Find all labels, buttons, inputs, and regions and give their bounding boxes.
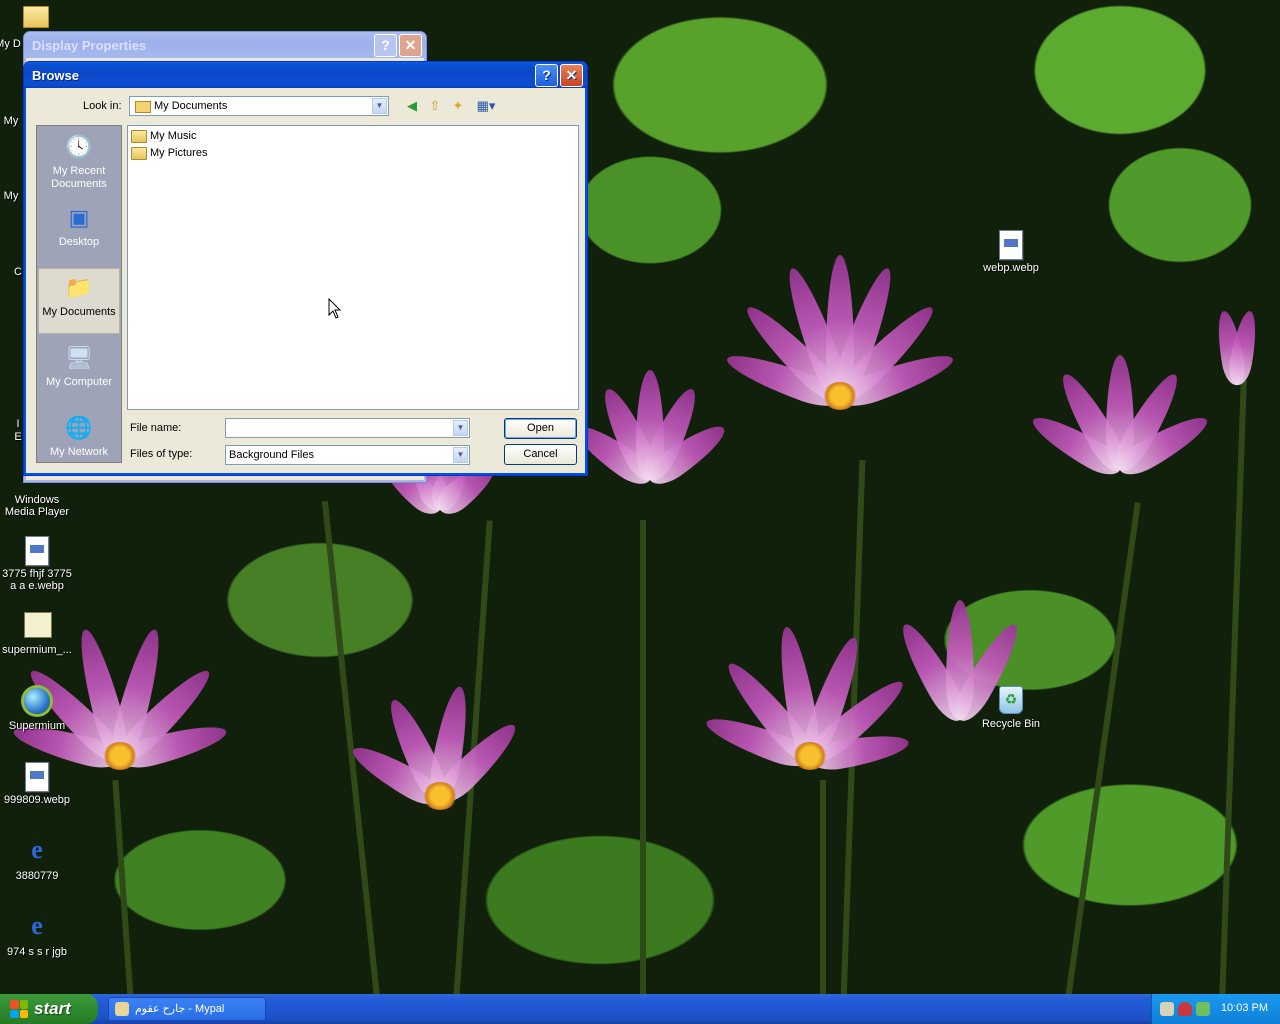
system-tray: 10:03 PM — [1151, 994, 1280, 1024]
folder-icon — [131, 129, 147, 143]
supermium-browser-icon — [24, 688, 50, 714]
desktop-icon-label: supermium_... — [2, 644, 72, 656]
internet-explorer-icon: e — [31, 835, 43, 864]
my-documents-icon: 📁 — [65, 275, 93, 300]
desktop-icon-3880779[interactable]: e 3880779 — [0, 835, 75, 883]
desktop-icon-recycle-bin[interactable]: ♻ Recycle Bin — [973, 686, 1049, 730]
sync-tray-icon[interactable] — [1196, 1002, 1210, 1016]
folder-icon — [135, 101, 151, 113]
place-label: My Recent Documents — [51, 165, 107, 190]
installer-icon — [24, 612, 52, 638]
recycle-bin-icon: ♻ — [999, 686, 1023, 714]
look-in-label: Look in: — [83, 100, 122, 112]
list-item-label: My Pictures — [150, 147, 208, 159]
webp-file-icon — [25, 536, 49, 566]
task-label: جارح عقوم - Mypal — [135, 1003, 225, 1015]
webp-file-icon — [25, 762, 49, 792]
new-folder-icon[interactable]: ✦ — [450, 98, 466, 114]
window-title: Browse — [32, 67, 79, 83]
up-folder-icon[interactable]: ⇧ — [427, 98, 443, 114]
files-of-type-label: Files of type: — [130, 448, 193, 460]
desktop-icon-supermium[interactable]: Supermium — [0, 688, 75, 732]
desktop-icon-windows-media-player[interactable]: Windows Media Player — [0, 494, 75, 518]
file-list[interactable]: My Music My Pictures — [127, 125, 579, 410]
taskbar-button-mypal[interactable]: جارح عقوم - Mypal — [108, 997, 266, 1021]
place-label: My Network — [49, 446, 109, 458]
desktop-icon-label: Windows Media Player — [4, 494, 70, 518]
list-item[interactable]: My Pictures — [131, 145, 207, 161]
internet-explorer-icon: e — [31, 911, 43, 940]
windows-logo-icon — [10, 1000, 28, 1018]
desktop-icon: ▣ — [68, 205, 90, 230]
view-menu-icon[interactable]: ▦▾ — [474, 98, 498, 114]
cancel-button[interactable]: Cancel — [504, 444, 577, 465]
list-item-label: My Music — [150, 130, 197, 142]
chevron-down-icon[interactable]: ▼ — [453, 420, 468, 436]
place-label: My Computer — [45, 376, 113, 388]
open-button[interactable]: Open — [504, 418, 577, 439]
place-my-documents[interactable]: 📁 My Documents — [38, 268, 120, 334]
network-tray-icon[interactable] — [1160, 1002, 1174, 1016]
list-item[interactable]: My Music — [131, 128, 196, 144]
file-name-label: File name: — [130, 422, 182, 434]
files-of-type-dropdown[interactable]: Background Files ▼ — [225, 445, 470, 465]
webp-file-icon — [999, 230, 1023, 260]
desktop-icon-label: 974 s s r jgb — [7, 946, 67, 958]
file-name-input[interactable]: ▼ — [225, 418, 470, 438]
back-arrow-icon[interactable]: ◀ — [404, 98, 420, 114]
desktop-icon-label: Supermium — [8, 720, 66, 732]
taskbar: start جارح عقوم - Mypal 10:03 PM — [0, 994, 1280, 1024]
folder-icon — [131, 146, 147, 160]
close-button[interactable]: ✕ — [399, 33, 422, 57]
close-button[interactable]: ✕ — [560, 63, 583, 87]
places-bar: 🕓 My Recent Documents ▣ Desktop 📁 My Doc… — [36, 125, 122, 463]
recent-documents-icon: 🕓 — [65, 134, 93, 159]
files-of-type-value: Background Files — [229, 449, 314, 461]
browse-titlebar[interactable]: Browse ? ✕ — [24, 62, 587, 88]
place-label: Desktop — [58, 236, 100, 248]
desktop-icon-999809-webp[interactable]: 999809.webp — [0, 762, 75, 806]
browse-dialog[interactable]: Browse ? ✕ Look in: My Documents ▼ ◀ ⇧ ✦… — [23, 61, 588, 476]
look-in-value: My Documents — [154, 100, 228, 112]
chevron-down-icon[interactable]: ▼ — [453, 447, 468, 463]
chevron-down-icon[interactable]: ▼ — [372, 98, 387, 114]
mypal-app-icon — [115, 1002, 129, 1016]
desktop-icon-label: webp.webp — [983, 262, 1039, 274]
desktop-icon-3775-webp[interactable]: 3775 fhjf 3775 a a e.webp — [0, 536, 75, 592]
security-shield-icon[interactable] — [1178, 1002, 1192, 1016]
place-my-network[interactable]: 🌐 My Network — [38, 409, 120, 475]
desktop-icon-label: Recycle Bin — [981, 718, 1041, 730]
desktop-icon-974[interactable]: e 974 s s r jgb — [0, 911, 75, 959]
start-button[interactable]: start — [0, 994, 98, 1024]
help-button[interactable]: ? — [535, 63, 558, 87]
place-label: My Documents — [42, 306, 116, 318]
desktop-icon-supermium-setup[interactable]: supermium_... — [0, 612, 75, 656]
desktop-icon-label: 999809.webp — [3, 794, 71, 806]
place-my-computer[interactable]: 🖥 My Computer — [38, 339, 120, 405]
place-desktop[interactable]: ▣ Desktop — [38, 199, 120, 265]
my-network-icon: 🌐 — [65, 415, 93, 440]
place-my-recent-documents[interactable]: 🕓 My Recent Documents — [38, 128, 120, 194]
clock[interactable]: 10:03 PM — [1221, 1002, 1268, 1014]
mouse-cursor-icon — [328, 298, 342, 319]
desktop-icon-label: 3880779 — [15, 870, 59, 882]
my-computer-icon: 🖥 — [65, 345, 93, 370]
help-button[interactable]: ? — [374, 33, 397, 57]
look-in-dropdown[interactable]: My Documents ▼ — [129, 96, 389, 116]
start-label: start — [34, 999, 71, 1018]
window-title: Display Properties — [32, 37, 147, 53]
display-properties-titlebar[interactable]: Display Properties ? ✕ — [24, 32, 426, 58]
desktop-icon-label: 3775 fhjf 3775 a a e.webp — [2, 568, 72, 592]
desktop-icon-webp[interactable]: webp.webp — [973, 230, 1049, 274]
